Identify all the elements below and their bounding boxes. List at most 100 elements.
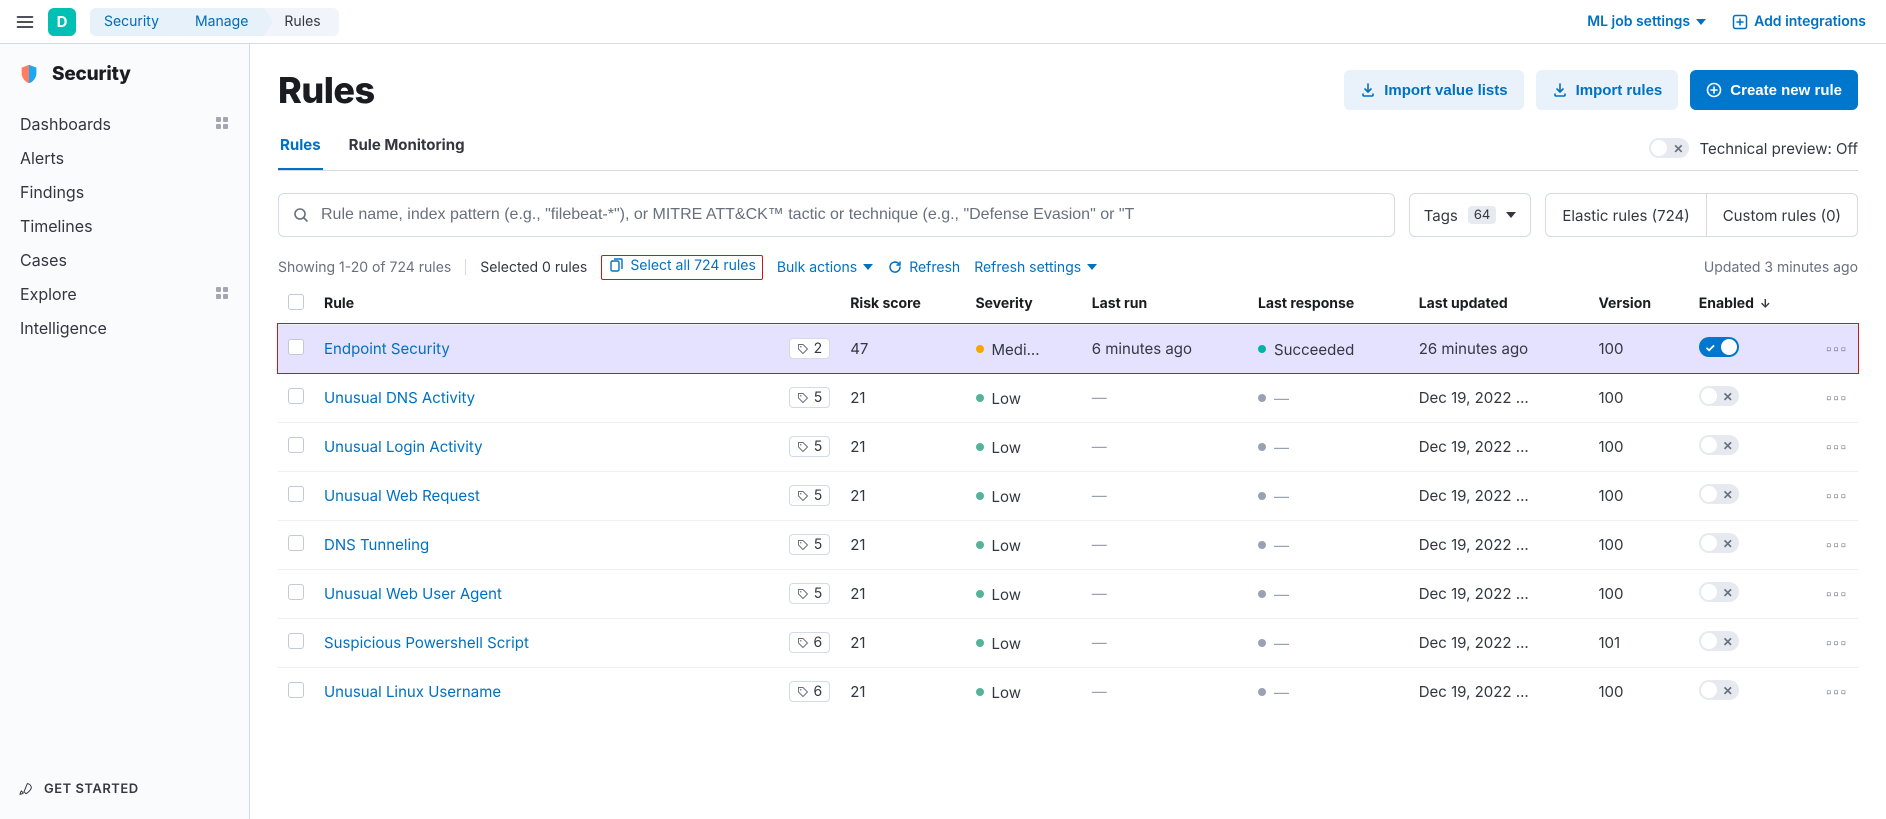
tag-count-badge[interactable]: 2 — [789, 338, 831, 359]
severity: Low — [976, 536, 1021, 555]
import-value-lists-button[interactable]: Import value lists — [1344, 70, 1523, 110]
technical-preview-toggle[interactable]: ✕ Technical preview: Off — [1649, 138, 1858, 166]
enabled-toggle[interactable]: ✕ — [1699, 533, 1739, 553]
tag-count-badge[interactable]: 5 — [789, 485, 831, 506]
tab-rule-monitoring[interactable]: Rule Monitoring — [347, 134, 467, 170]
col-last-updated[interactable]: Last updated — [1409, 286, 1589, 325]
rule-name-link[interactable]: Suspicious Powershell Script — [324, 633, 529, 652]
rule-name-link[interactable]: DNS Tunneling — [324, 535, 429, 554]
tag-count-badge[interactable]: 5 — [789, 436, 831, 457]
tag-count-badge[interactable]: 6 — [789, 632, 831, 653]
version: 100 — [1588, 667, 1688, 716]
tag-count-badge[interactable]: 5 — [789, 534, 831, 555]
select-all-checkbox-header[interactable] — [278, 286, 314, 325]
tag-count-badge[interactable]: 5 — [789, 387, 831, 408]
col-risk-score[interactable]: Risk score — [840, 286, 965, 325]
row-checkbox[interactable] — [288, 339, 304, 355]
risk-score: 21 — [840, 569, 965, 618]
hamburger-icon — [15, 12, 35, 32]
enabled-toggle[interactable]: ✕ — [1699, 582, 1739, 602]
risk-score: 21 — [840, 667, 965, 716]
row-actions-button[interactable]: ▫▫▫ — [1826, 584, 1848, 603]
sidebar-item-cases[interactable]: Cases — [6, 243, 243, 277]
tab-rules[interactable]: Rules — [278, 134, 323, 170]
rule-name-link[interactable]: Endpoint Security — [324, 339, 450, 358]
elastic-rules-tab[interactable]: Elastic rules (724) — [1546, 194, 1705, 236]
refresh-icon — [887, 259, 903, 275]
ml-job-settings-button[interactable]: ML job settings — [1579, 9, 1714, 34]
plus-in-box-icon — [1732, 14, 1748, 30]
get-started-button[interactable]: GET STARTED — [0, 767, 249, 819]
search-box[interactable] — [278, 193, 1395, 237]
rule-name-link[interactable]: Unusual Login Activity — [324, 437, 483, 456]
breadcrumb-manage[interactable]: Manage — [175, 8, 264, 36]
sidebar-item-alerts[interactable]: Alerts — [6, 141, 243, 175]
col-enabled[interactable]: Enabled↓ — [1689, 286, 1816, 325]
create-new-rule-button[interactable]: Create new rule — [1690, 70, 1858, 110]
rule-name-link[interactable]: Unusual Linux Username — [324, 682, 501, 701]
last-response: — — [1258, 585, 1289, 604]
last-response: — — [1258, 536, 1289, 555]
enabled-toggle[interactable]: ✕ — [1699, 680, 1739, 700]
row-actions-button[interactable]: ▫▫▫ — [1826, 388, 1848, 407]
last-updated-label: Updated 3 minutes ago — [1704, 259, 1858, 276]
sidebar-item-explore[interactable]: Explore — [6, 277, 243, 311]
rule-name-link[interactable]: Unusual Web Request — [324, 486, 480, 505]
top-bar: D SecurityManageRules ML job settings Ad… — [0, 0, 1886, 44]
row-checkbox[interactable] — [288, 584, 304, 600]
last-run: — — [1082, 471, 1248, 520]
col-severity[interactable]: Severity — [966, 286, 1082, 325]
row-checkbox[interactable] — [288, 633, 304, 649]
row-actions-button[interactable]: ▫▫▫ — [1826, 486, 1848, 505]
row-actions-button[interactable]: ▫▫▫ — [1826, 339, 1848, 358]
sidebar-item-dashboards[interactable]: Dashboards — [6, 107, 243, 141]
row-checkbox[interactable] — [288, 682, 304, 698]
rule-name-link[interactable]: Unusual Web User Agent — [324, 584, 502, 603]
row-checkbox[interactable] — [288, 388, 304, 404]
menu-button[interactable] — [12, 9, 38, 35]
enabled-toggle[interactable]: ✕ — [1699, 631, 1739, 651]
enabled-toggle[interactable]: ✓ — [1699, 337, 1739, 357]
row-checkbox[interactable] — [288, 437, 304, 453]
page-actions: Import value lists Import rules Create n… — [1344, 70, 1858, 110]
sidebar-nav: DashboardsAlertsFindingsTimelinesCasesEx… — [0, 107, 249, 345]
enabled-toggle[interactable]: ✕ — [1699, 386, 1739, 406]
row-actions-button[interactable]: ▫▫▫ — [1826, 535, 1848, 554]
sidebar-item-timelines[interactable]: Timelines — [6, 209, 243, 243]
import-rules-button[interactable]: Import rules — [1536, 70, 1679, 110]
col-last-run[interactable]: Last run — [1082, 286, 1248, 325]
last-updated: Dec 19, 2022 ... — [1409, 667, 1589, 716]
tags-filter[interactable]: Tags 64 — [1409, 193, 1532, 237]
last-updated: Dec 19, 2022 ... — [1409, 471, 1589, 520]
breadcrumb-security[interactable]: Security — [90, 8, 175, 36]
refresh-button[interactable]: Refresh — [887, 259, 960, 276]
col-version[interactable]: Version — [1588, 286, 1688, 325]
refresh-settings-button[interactable]: Refresh settings — [974, 259, 1097, 276]
select-all-button[interactable]: Select all 724 rules — [608, 257, 756, 274]
enabled-toggle[interactable]: ✕ — [1699, 484, 1739, 504]
last-updated: 26 minutes ago — [1409, 324, 1589, 373]
col-last-response[interactable]: Last response — [1248, 286, 1409, 325]
rule-name-link[interactable]: Unusual DNS Activity — [324, 388, 475, 407]
last-run: 6 minutes ago — [1082, 324, 1248, 373]
bulk-actions-button[interactable]: Bulk actions — [777, 259, 873, 276]
row-checkbox[interactable] — [288, 486, 304, 502]
space-logo[interactable]: D — [48, 8, 76, 36]
tag-count-badge[interactable]: 6 — [789, 681, 831, 702]
sidebar-item-findings[interactable]: Findings — [6, 175, 243, 209]
row-actions-button[interactable]: ▫▫▫ — [1826, 633, 1848, 652]
sidebar-item-intelligence[interactable]: Intelligence — [6, 311, 243, 345]
row-actions-button[interactable]: ▫▫▫ — [1826, 437, 1848, 456]
risk-score: 21 — [840, 618, 965, 667]
search-input[interactable] — [319, 205, 1380, 225]
row-actions-button[interactable]: ▫▫▫ — [1826, 682, 1848, 701]
col-rule[interactable]: Rule — [314, 286, 770, 325]
enabled-toggle[interactable]: ✕ — [1699, 435, 1739, 455]
row-checkbox[interactable] — [288, 535, 304, 551]
last-response: Succeeded — [1258, 340, 1354, 359]
last-response: — — [1258, 389, 1289, 408]
add-integrations-button[interactable]: Add integrations — [1724, 9, 1874, 34]
custom-rules-tab[interactable]: Custom rules (0) — [1706, 194, 1857, 236]
tag-count-badge[interactable]: 5 — [789, 583, 831, 604]
rules-table: Rule Risk score Severity Last run Last r… — [278, 286, 1858, 716]
